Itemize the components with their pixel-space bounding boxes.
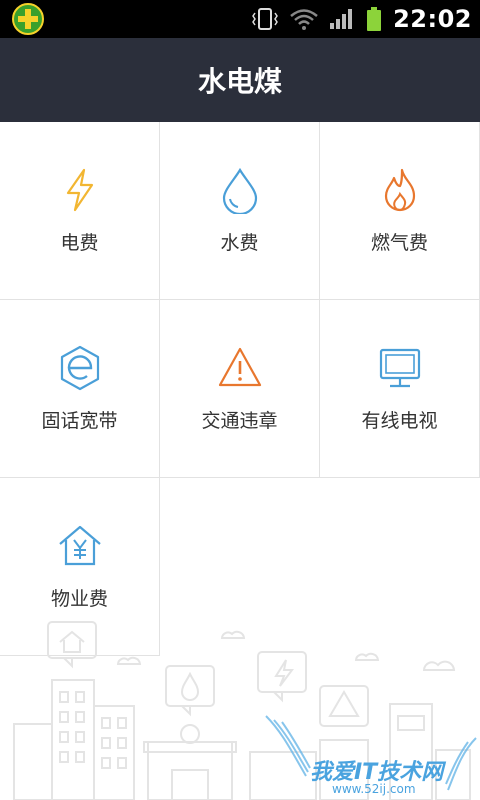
service-traffic-violation[interactable]: 交通违章 [160,300,320,478]
wifi-icon [290,9,318,30]
service-electricity[interactable]: 电费 [0,122,160,300]
service-gas[interactable]: 燃气费 [320,122,480,300]
service-label: 水费 [220,232,259,254]
warning-triangle-icon [218,347,262,387]
status-bar: 22:02 [0,0,480,38]
service-label: 燃气费 [370,232,428,254]
page-title: 水电煤 [197,65,282,98]
lightning-icon [66,168,94,212]
service-label: 有线电视 [361,410,438,432]
service-cable-tv[interactable]: 有线电视 [320,300,480,478]
property-house-icon [59,525,101,566]
clock: 22:02 [393,5,472,33]
service-label: 固话宽带 [41,410,118,432]
signal-icon [330,9,353,29]
tv-icon [379,348,421,388]
title-bar: 水电煤 [0,38,480,122]
flame-icon [384,168,416,212]
app-plus-icon [12,3,44,35]
service-broadband[interactable]: 固话宽带 [0,300,160,478]
water-drop-icon [222,167,258,214]
watermark-url: www.52ij.com [332,782,416,796]
service-label: 交通违章 [201,410,278,432]
watermark: 我爱IT技术网 www.52ij.com [262,712,480,800]
vibrate-icon [252,8,278,30]
broadband-globe-icon [60,345,100,391]
service-label: 电费 [60,232,99,254]
service-water[interactable]: 水费 [160,122,320,300]
battery-icon [367,7,382,31]
